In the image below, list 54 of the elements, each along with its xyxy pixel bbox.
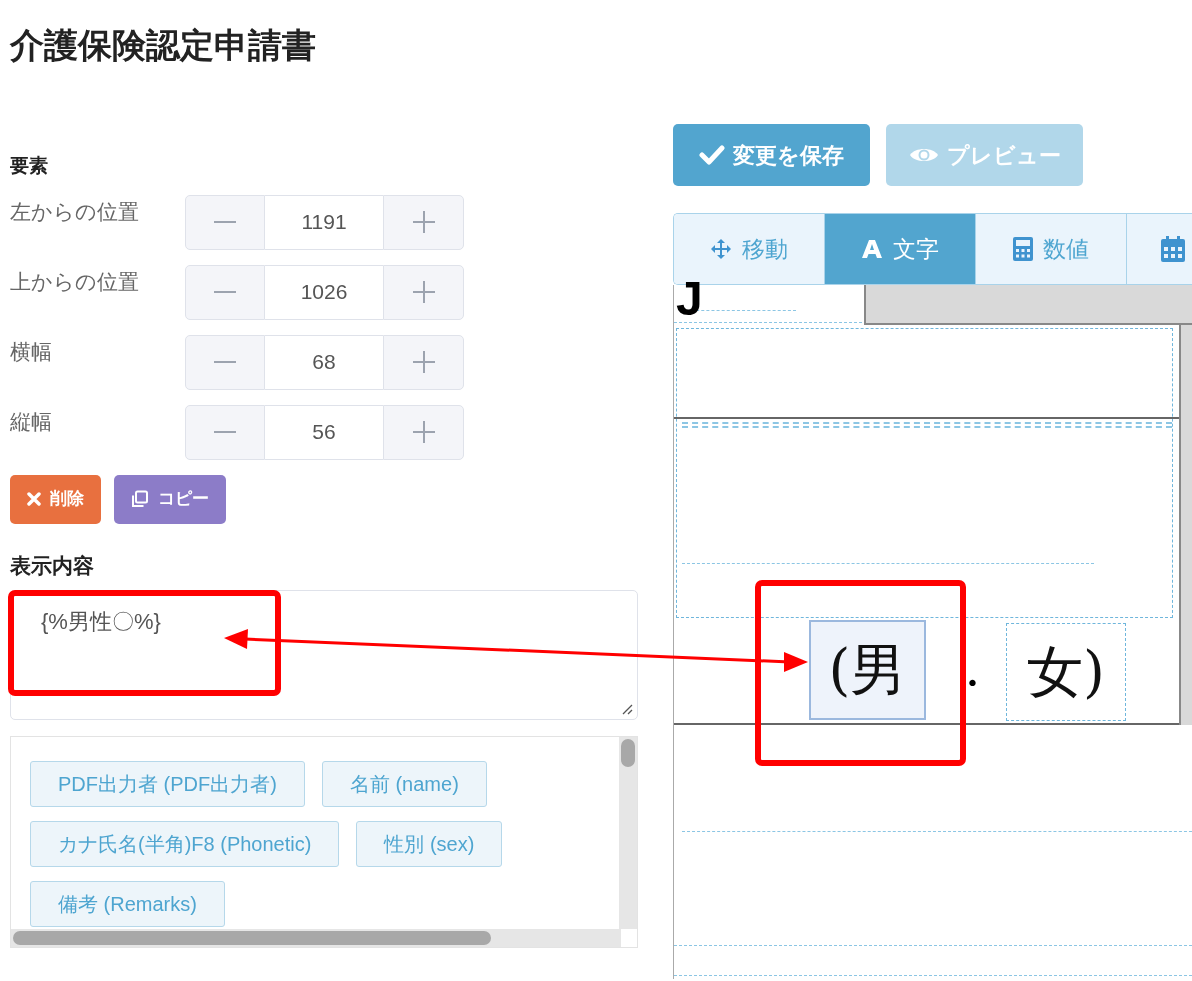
decrement-button[interactable] <box>185 194 265 250</box>
minus-icon <box>214 431 236 433</box>
calendar-icon <box>1161 236 1185 262</box>
variable-chip[interactable]: PDF出力者 (PDF出力者) <box>30 760 305 807</box>
increment-button[interactable] <box>383 404 464 460</box>
vertical-scrollbar[interactable] <box>619 736 637 929</box>
tab[interactable]: 数値 <box>976 214 1127 284</box>
text-element[interactable]: 女) <box>1006 623 1126 721</box>
copy-icon <box>131 490 149 508</box>
resize-handle-icon <box>621 702 633 715</box>
font-icon <box>861 238 883 260</box>
move-icon <box>710 238 732 260</box>
minus-icon <box>214 291 236 293</box>
increment-button[interactable] <box>383 264 464 320</box>
increment-button[interactable] <box>383 194 464 250</box>
variable-chip[interactable]: 性別 (sex) <box>356 820 503 867</box>
calculator-icon <box>1013 237 1033 261</box>
variable-chip[interactable]: カナ氏名(半角)F8 (Phonetic) <box>30 820 340 867</box>
element-outline[interactable] <box>676 328 1173 618</box>
horizontal-scrollbar[interactable] <box>11 928 621 947</box>
field-label: 横幅 <box>10 338 53 365</box>
text-element[interactable]: (男 <box>809 620 926 720</box>
number-field[interactable]: 1191 <box>265 194 383 250</box>
field-label: 縦幅 <box>10 408 53 435</box>
plus-icon <box>412 421 435 443</box>
page-title: 介護保険認定申請書 <box>10 25 316 66</box>
section-heading: 要素 <box>10 154 48 178</box>
check-icon <box>699 145 725 165</box>
plus-icon <box>412 351 435 373</box>
variable-chip[interactable]: 備考 (Remarks) <box>30 880 225 927</box>
minus-icon <box>214 361 236 363</box>
number-field[interactable]: 1026 <box>265 264 383 320</box>
variable-chip[interactable]: 名前 (name) <box>321 760 487 807</box>
field-label: 上からの位置 <box>10 268 140 295</box>
separator-dot: ・ <box>952 663 992 703</box>
plus-icon <box>412 281 435 303</box>
increment-button[interactable] <box>383 334 464 390</box>
delete-button[interactable]: 削除 <box>10 474 101 524</box>
save-button[interactable]: 変更を保存 <box>673 124 870 186</box>
section-heading: 表示内容 <box>10 552 94 579</box>
field-label: 左からの位置 <box>10 198 140 225</box>
tab[interactable]: 文字 <box>825 214 976 284</box>
minus-icon <box>214 221 236 223</box>
close-icon <box>27 492 41 506</box>
copy-button[interactable]: コピー <box>114 474 226 524</box>
plus-icon <box>412 211 435 233</box>
content-textarea[interactable]: {%男性〇%} <box>10 589 638 720</box>
tab[interactable] <box>1127 214 1192 284</box>
textarea-value: {%男性〇%} <box>41 608 161 634</box>
number-field[interactable]: 68 <box>265 334 383 390</box>
decrement-button[interactable] <box>185 264 265 320</box>
number-field[interactable]: 56 <box>265 404 383 460</box>
decrement-button[interactable] <box>185 334 265 390</box>
decrement-button[interactable] <box>185 404 265 460</box>
